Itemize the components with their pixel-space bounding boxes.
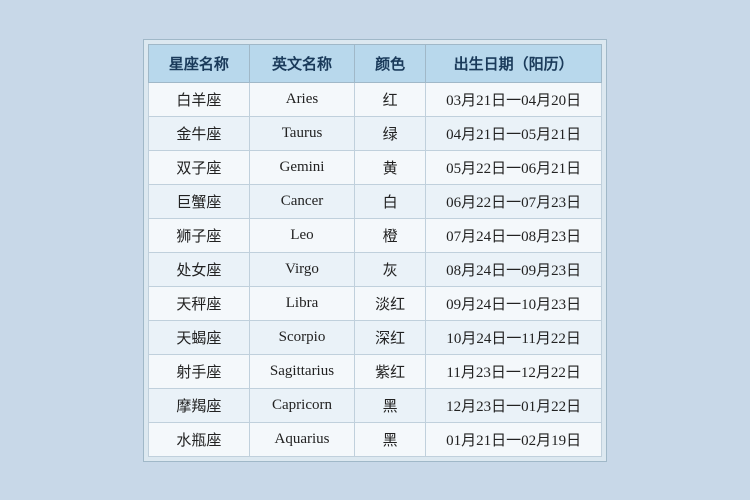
table-row: 狮子座Leo橙07月24日一08月23日 — [148, 218, 601, 252]
cell-color: 黄 — [355, 150, 426, 184]
cell-chinese: 摩羯座 — [148, 388, 249, 422]
cell-english: Leo — [249, 218, 354, 252]
cell-dates: 05月22日一06月21日 — [426, 150, 602, 184]
cell-english: Taurus — [249, 116, 354, 150]
cell-dates: 09月24日一10月23日 — [426, 286, 602, 320]
table-row: 射手座Sagittarius紫红11月23日一12月22日 — [148, 354, 601, 388]
cell-chinese: 狮子座 — [148, 218, 249, 252]
table-row: 摩羯座Capricorn黑12月23日一01月22日 — [148, 388, 601, 422]
cell-dates: 04月21日一05月21日 — [426, 116, 602, 150]
table-row: 白羊座Aries红03月21日一04月20日 — [148, 82, 601, 116]
table-body: 白羊座Aries红03月21日一04月20日金牛座Taurus绿04月21日一0… — [148, 82, 601, 456]
cell-chinese: 天蝎座 — [148, 320, 249, 354]
cell-dates: 12月23日一01月22日 — [426, 388, 602, 422]
table-row: 处女座Virgo灰08月24日一09月23日 — [148, 252, 601, 286]
cell-color: 紫红 — [355, 354, 426, 388]
cell-english: Aries — [249, 82, 354, 116]
cell-chinese: 射手座 — [148, 354, 249, 388]
table-row: 金牛座Taurus绿04月21日一05月21日 — [148, 116, 601, 150]
cell-english: Scorpio — [249, 320, 354, 354]
zodiac-table-container: 星座名称 英文名称 颜色 出生日期（阳历） 白羊座Aries红03月21日一04… — [143, 39, 607, 462]
cell-color: 黑 — [355, 422, 426, 456]
cell-english: Gemini — [249, 150, 354, 184]
cell-color: 橙 — [355, 218, 426, 252]
cell-chinese: 白羊座 — [148, 82, 249, 116]
cell-color: 淡红 — [355, 286, 426, 320]
cell-color: 绿 — [355, 116, 426, 150]
cell-english: Cancer — [249, 184, 354, 218]
table-row: 水瓶座Aquarius黑01月21日一02月19日 — [148, 422, 601, 456]
cell-chinese: 双子座 — [148, 150, 249, 184]
cell-color: 深红 — [355, 320, 426, 354]
cell-english: Sagittarius — [249, 354, 354, 388]
cell-dates: 11月23日一12月22日 — [426, 354, 602, 388]
table-row: 天秤座Libra淡红09月24日一10月23日 — [148, 286, 601, 320]
table-row: 双子座Gemini黄05月22日一06月21日 — [148, 150, 601, 184]
col-header-english: 英文名称 — [249, 44, 354, 82]
cell-chinese: 水瓶座 — [148, 422, 249, 456]
cell-english: Capricorn — [249, 388, 354, 422]
table-row: 巨蟹座Cancer白06月22日一07月23日 — [148, 184, 601, 218]
cell-color: 灰 — [355, 252, 426, 286]
cell-color: 白 — [355, 184, 426, 218]
cell-dates: 08月24日一09月23日 — [426, 252, 602, 286]
col-header-dates: 出生日期（阳历） — [426, 44, 602, 82]
col-header-chinese: 星座名称 — [148, 44, 249, 82]
cell-chinese: 天秤座 — [148, 286, 249, 320]
cell-english: Libra — [249, 286, 354, 320]
cell-dates: 07月24日一08月23日 — [426, 218, 602, 252]
cell-english: Virgo — [249, 252, 354, 286]
cell-chinese: 巨蟹座 — [148, 184, 249, 218]
cell-color: 黑 — [355, 388, 426, 422]
cell-dates: 03月21日一04月20日 — [426, 82, 602, 116]
cell-english: Aquarius — [249, 422, 354, 456]
table-row: 天蝎座Scorpio深红10月24日一11月22日 — [148, 320, 601, 354]
table-header-row: 星座名称 英文名称 颜色 出生日期（阳历） — [148, 44, 601, 82]
cell-chinese: 金牛座 — [148, 116, 249, 150]
cell-chinese: 处女座 — [148, 252, 249, 286]
cell-color: 红 — [355, 82, 426, 116]
cell-dates: 10月24日一11月22日 — [426, 320, 602, 354]
zodiac-table: 星座名称 英文名称 颜色 出生日期（阳历） 白羊座Aries红03月21日一04… — [148, 44, 602, 457]
col-header-color: 颜色 — [355, 44, 426, 82]
cell-dates: 06月22日一07月23日 — [426, 184, 602, 218]
cell-dates: 01月21日一02月19日 — [426, 422, 602, 456]
